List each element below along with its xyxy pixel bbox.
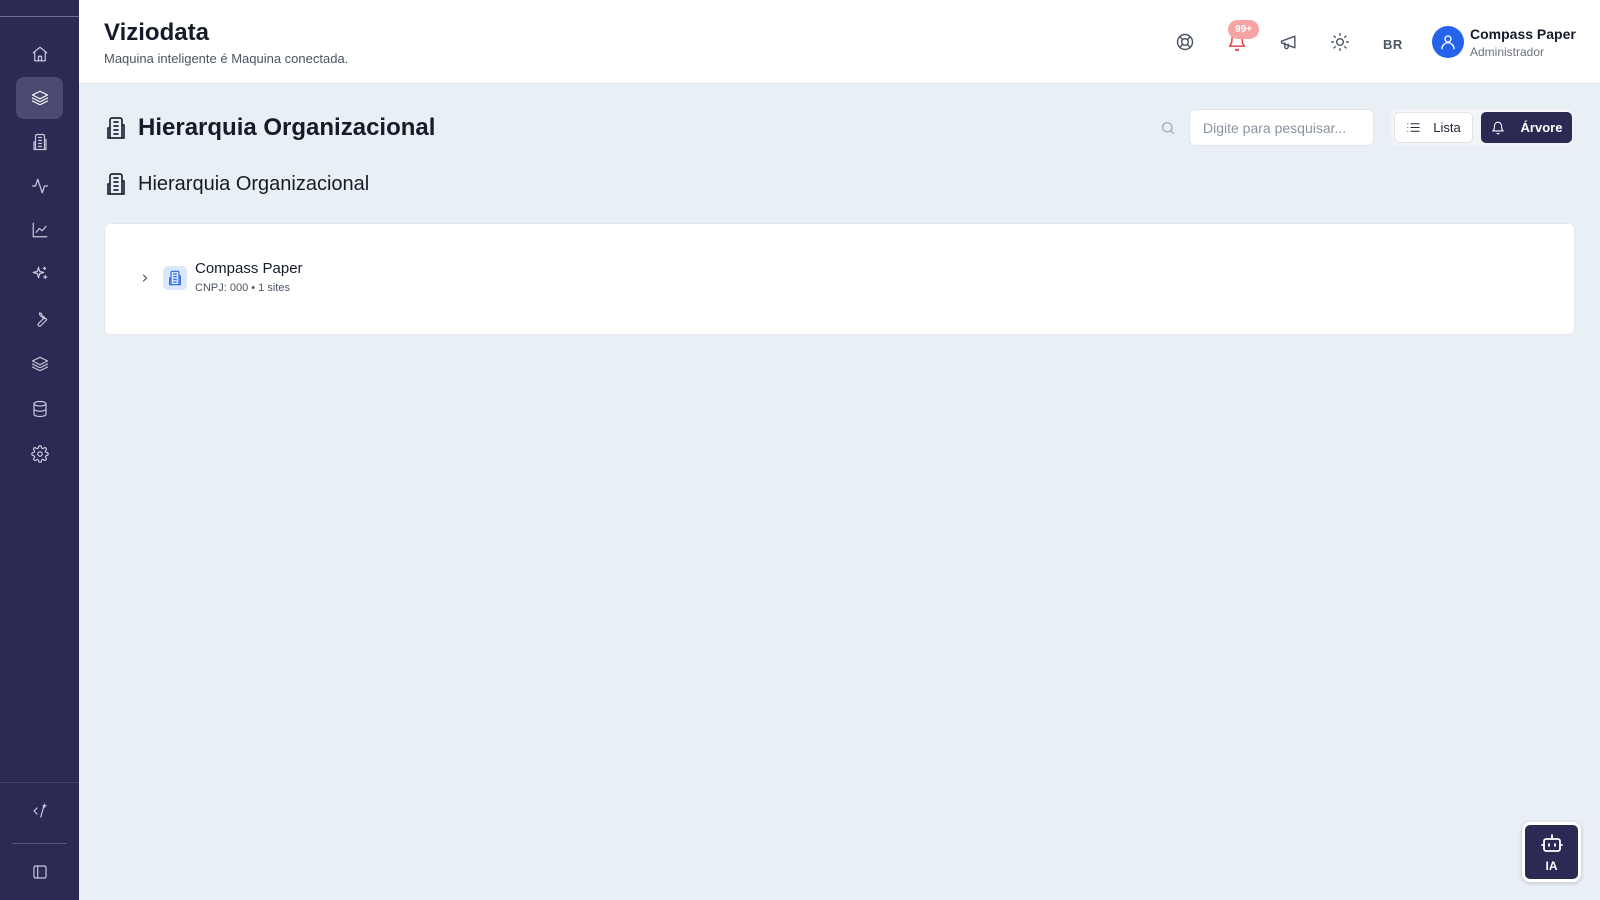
sidebar-item-developer[interactable] [16, 790, 63, 832]
chevron-right-icon [143, 274, 147, 282]
help-button[interactable] [1173, 30, 1197, 54]
tree-node-text: Compass Paper CNPJ: 000 • 1 sites [195, 260, 303, 294]
sidebar-item-activity[interactable] [16, 165, 63, 207]
top-header: Viziodata Maquina inteligente é Maquina … [79, 0, 1600, 84]
tree-view-label: Árvore [1520, 120, 1563, 135]
lifebuoy-icon [1176, 33, 1194, 51]
megaphone-icon [1280, 35, 1296, 50]
user-name[interactable]: Compass Paper [1470, 26, 1576, 42]
notification-badge: 99+ [1228, 20, 1259, 39]
tree-node[interactable]: Compass Paper CNPJ: 000 • 1 sites [138, 260, 303, 294]
sidebar-item-layers[interactable] [16, 77, 63, 119]
sidebar-item-ai[interactable] [16, 253, 63, 295]
home-icon [32, 46, 47, 62]
theme-toggle-button[interactable] [1328, 30, 1352, 54]
code-spark-icon [32, 803, 47, 818]
announcements-button[interactable] [1277, 30, 1301, 54]
language-selector[interactable]: BR [1383, 37, 1403, 52]
sidebar-item-organization[interactable] [16, 121, 63, 163]
page-heading: Hierarquia Organizacional [104, 114, 435, 142]
sidebar-item-stack[interactable] [16, 343, 63, 385]
layers-icon [31, 356, 48, 372]
user-role: Administrador [1470, 45, 1545, 59]
sidebar-collapse-button[interactable] [16, 851, 63, 893]
panel-toggle-icon [32, 865, 47, 879]
section-title: Hierarquia Organizacional [138, 172, 370, 195]
section-heading: Hierarquia Organizacional [104, 172, 369, 196]
building-icon [169, 270, 181, 286]
line-chart-icon [32, 222, 47, 238]
app-subtitle: Maquina inteligente é Maquina conectada. [104, 51, 349, 66]
hierarchy-tree: Compass Paper CNPJ: 000 • 1 sites [104, 223, 1575, 335]
sparkles-icon [32, 266, 47, 280]
user-icon [1441, 35, 1455, 50]
gear-icon [30, 445, 49, 463]
list-view-label: Lista [1433, 120, 1461, 135]
sidebar-top-divider [0, 16, 79, 17]
robot-icon [1540, 834, 1563, 852]
ai-assistant-button[interactable]: IA [1522, 822, 1581, 882]
building-icon [107, 117, 125, 139]
building-icon [32, 133, 47, 151]
sun-icon [1330, 32, 1350, 52]
tree-node-meta: CNPJ: 000 • 1 sites [195, 282, 290, 294]
list-view-button[interactable]: Lista [1394, 112, 1473, 143]
sidebar-item-database[interactable] [16, 388, 63, 430]
layers-icon [31, 90, 48, 106]
tree-view-button[interactable]: Árvore [1481, 112, 1572, 143]
wrench-icon [36, 312, 47, 327]
ai-button-label: IA [1545, 859, 1558, 873]
app-title: Viziodata [104, 19, 209, 46]
sidebar-item-analytics[interactable] [16, 209, 63, 251]
activity-icon [31, 178, 48, 194]
sidebar-item-settings[interactable] [16, 433, 63, 475]
sidebar-item-home[interactable] [16, 33, 63, 75]
page-title: Hierarquia Organizacional [138, 114, 436, 141]
search-icon [1160, 120, 1178, 138]
company-icon [163, 266, 187, 290]
list-icon [1407, 123, 1420, 132]
sidebar-bottom-divider-2 [12, 843, 67, 844]
database-icon [32, 400, 47, 418]
sidebar-item-maintenance[interactable] [16, 298, 63, 340]
sidebar-bottom-divider [0, 782, 79, 783]
building-icon [107, 173, 125, 195]
bell-icon [1491, 121, 1504, 134]
tree-node-name[interactable]: Compass Paper [195, 260, 303, 277]
avatar[interactable] [1432, 26, 1464, 58]
sidebar [0, 0, 79, 900]
search-input[interactable] [1189, 109, 1374, 146]
expand-toggle[interactable] [138, 271, 152, 285]
